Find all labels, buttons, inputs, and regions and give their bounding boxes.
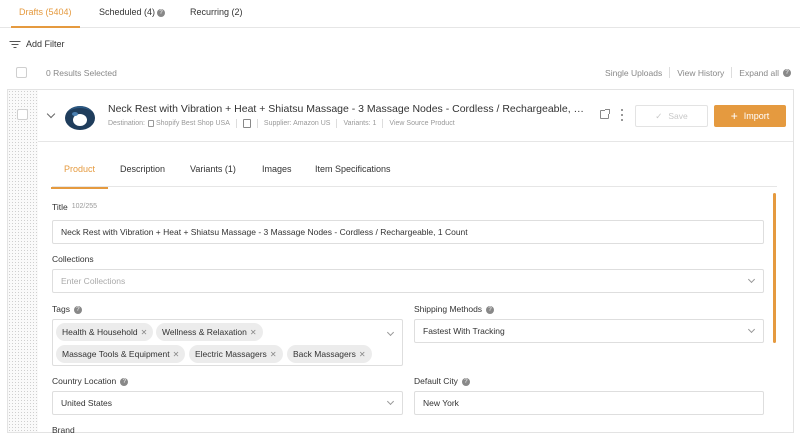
save-button: ✓ Save (635, 105, 708, 127)
editor-tab-bar: Product Description Variants (1) Images … (50, 143, 777, 189)
title-input[interactable]: Neck Rest with Vibration + Heat + Shiats… (52, 220, 764, 244)
product-editor: Product Description Variants (1) Images … (38, 143, 793, 435)
country-label: Country Location? (52, 376, 129, 386)
tab-product[interactable]: Product (50, 164, 109, 189)
results-selected-text: 0 Results Selected (46, 68, 117, 78)
tab-drafts[interactable]: Drafts (5404) (11, 0, 80, 28)
expand-all-link[interactable]: Expand all (739, 68, 779, 78)
shipping-value: Fastest With Tracking (423, 326, 505, 336)
divider (669, 67, 671, 78)
help-icon[interactable]: ? (157, 8, 166, 17)
collections-input[interactable]: Enter Collections (52, 269, 764, 293)
select-all-checkbox[interactable] (16, 67, 27, 78)
chevron-down-icon (386, 328, 395, 337)
view-source-link[interactable]: View Source Product (389, 120, 454, 127)
single-uploads-link[interactable]: Single Uploads (605, 68, 662, 78)
product-checkbox[interactable] (17, 109, 28, 120)
external-link-icon[interactable] (600, 109, 610, 119)
country-select[interactable]: United States (52, 391, 403, 415)
divider (256, 119, 258, 128)
help-icon[interactable]: ? (486, 305, 495, 314)
close-icon[interactable]: ✕ (359, 350, 366, 359)
shipping-label: Shipping Methods? (414, 304, 495, 314)
chevron-down-icon[interactable] (46, 109, 56, 119)
check-icon: ✓ (655, 111, 663, 121)
city-label: Default City? (414, 376, 470, 386)
import-label: Import (743, 111, 770, 121)
tag-chip: Electric Massagers ✕ (189, 345, 283, 363)
tab-item-specifications[interactable]: Item Specifications (315, 164, 391, 174)
save-label: Save (668, 111, 688, 121)
title-label: Title 102/255 (52, 202, 98, 212)
tab-scheduled[interactable]: Scheduled (4)? (99, 0, 166, 28)
selection-row: 0 Results Selected Single Uploads View H… (0, 64, 800, 82)
close-icon[interactable]: ✕ (250, 328, 257, 337)
shipping-select[interactable]: Fastest With Tracking (414, 319, 764, 343)
add-filter-button[interactable]: Add Filter (9, 38, 65, 50)
tag-chip: Health & Household ✕ (56, 323, 154, 341)
product-thumbnail (65, 106, 95, 130)
destination-label: Destination: (108, 120, 145, 127)
chevron-down-icon (386, 397, 395, 406)
tags-label: Tags? (52, 304, 82, 314)
title-counter: 102/255 (71, 203, 98, 210)
tab-description[interactable]: Description (120, 164, 165, 174)
plus-icon: + (730, 109, 738, 123)
add-filter-label: Add Filter (26, 39, 65, 49)
chevron-down-icon (747, 275, 756, 284)
supplier-text: Supplier: Amazon US (263, 120, 331, 127)
close-icon[interactable]: ✕ (141, 328, 148, 337)
city-input[interactable]: New York (414, 391, 764, 415)
divider (382, 119, 384, 128)
product-header: Neck Rest with Vibration + Heat + Shiats… (38, 90, 793, 142)
product-title[interactable]: Neck Rest with Vibration + Heat + Shiats… (108, 103, 588, 115)
destination-value: Shopify Best Shop USA (155, 120, 230, 127)
variants-count: Variants: 1 (343, 120, 377, 127)
product-meta: Destination: Shopify Best Shop USA Suppl… (108, 119, 455, 128)
divider (235, 119, 237, 128)
collections-placeholder: Enter Collections (61, 276, 126, 286)
country-value: United States (61, 398, 113, 408)
chevron-down-icon (747, 325, 756, 334)
tab-images[interactable]: Images (262, 164, 292, 174)
help-icon[interactable]: ? (783, 68, 791, 77)
help-icon[interactable]: ? (120, 377, 129, 386)
tab-recurring[interactable]: Recurring (2) (190, 0, 243, 28)
kebab-icon[interactable] (620, 109, 624, 121)
tab-scheduled-label: Scheduled (4) (99, 7, 156, 17)
brand-label: Brand (52, 425, 75, 435)
scrollbar[interactable] (773, 193, 776, 343)
close-icon[interactable]: ✕ (173, 350, 180, 359)
import-button[interactable]: + Import (714, 105, 786, 127)
view-history-link[interactable]: View History (677, 68, 724, 78)
tags-input[interactable]: Health & Household ✕ Wellness & Relaxatio… (52, 319, 403, 366)
tag-chip: Back Massagers ✕ (287, 345, 372, 363)
divider (731, 67, 733, 78)
shop-icon (147, 119, 156, 128)
top-tab-bar: Drafts (5404) Scheduled (4)? Recurring (… (0, 0, 800, 28)
tab-variants[interactable]: Variants (1) (190, 164, 236, 174)
bulk-actions: Single Uploads View History Expand all ? (605, 67, 791, 78)
tab-recurring-label: Recurring (2) (190, 7, 243, 17)
tag-chip: Wellness & Relaxation ✕ (156, 323, 263, 341)
tag-chip: Massage Tools & Equipment ✕ (56, 345, 186, 363)
divider (336, 119, 338, 128)
close-icon[interactable]: ✕ (270, 350, 277, 359)
help-icon[interactable]: ? (461, 377, 470, 386)
filter-icon (9, 40, 20, 49)
product-card: Neck Rest with Vibration + Heat + Shiats… (7, 89, 794, 435)
tab-drafts-label: Drafts (5404) (19, 7, 72, 17)
note-icon[interactable] (242, 119, 251, 128)
collections-label: Collections (52, 254, 94, 264)
help-icon[interactable]: ? (73, 305, 82, 314)
drag-handle[interactable] (8, 90, 38, 432)
